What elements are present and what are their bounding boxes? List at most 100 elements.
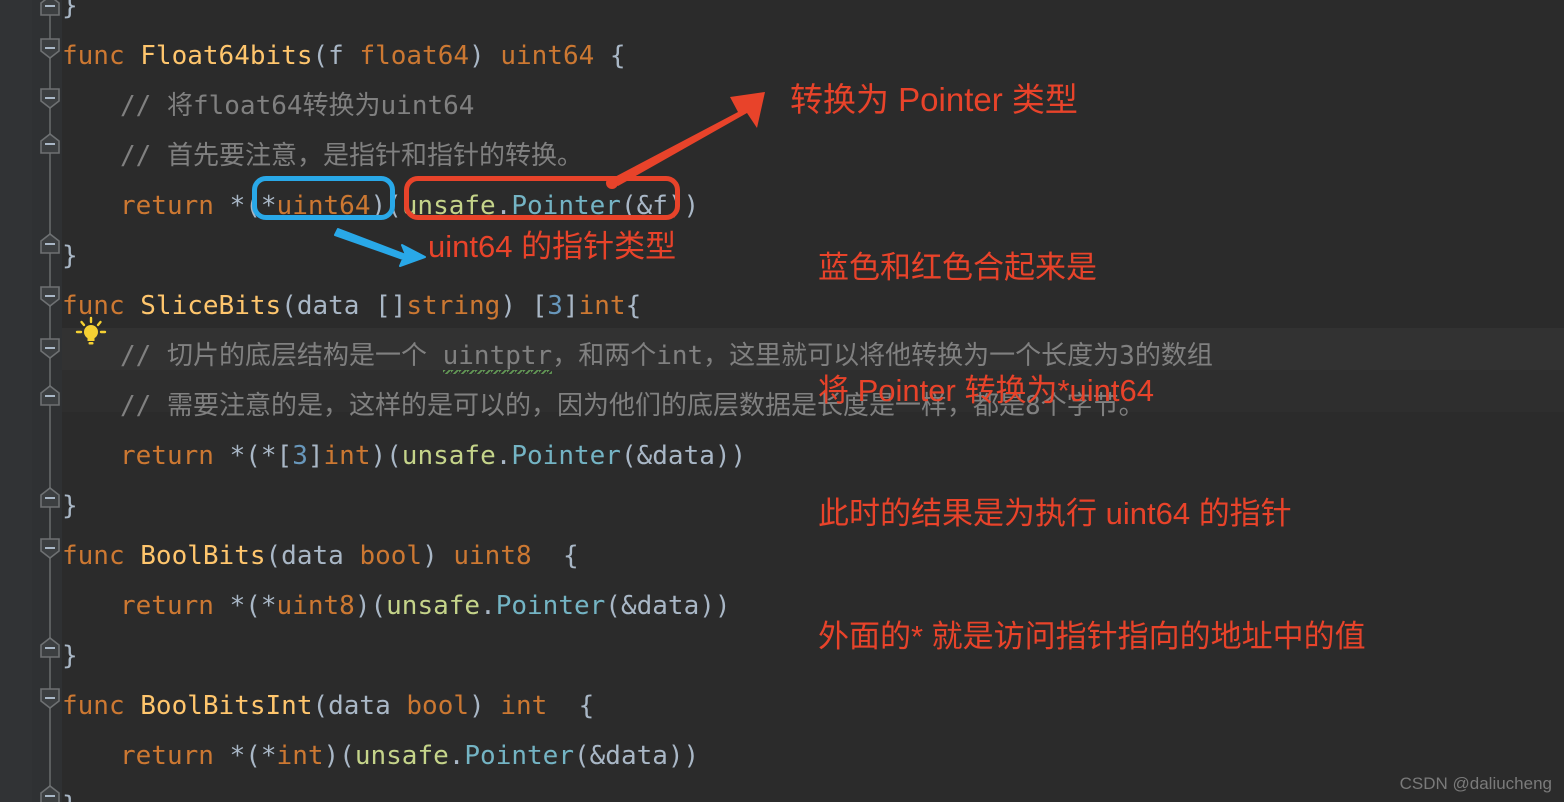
code-line[interactable]: return *(*int)(unsafe.Pointer(&data)): [62, 740, 699, 772]
code-token: *(*[: [229, 441, 293, 471]
uint64-pointer-type-highlight-box: [252, 176, 395, 220]
code-token: .: [495, 441, 512, 471]
annotation-block-line: 此时的结果是为执行 uint64 的指针: [818, 496, 1292, 531]
code-token: Pointer: [495, 591, 606, 621]
blue-arrow-icon: [334, 228, 426, 267]
code-token: )(: [370, 441, 402, 471]
code-token: func: [62, 41, 141, 71]
annotation-block-line: 外面的* 就是访问指针指向的地址中的值: [818, 619, 1366, 654]
fold-collapse-icon[interactable]: [38, 336, 62, 360]
code-line[interactable]: func Float64bits(f float64) uint64 {: [62, 40, 626, 72]
fold-end-icon[interactable]: [38, 784, 62, 802]
code-token: ): [469, 691, 501, 721]
code-token: 3: [547, 291, 563, 321]
code-token: }: [62, 241, 78, 271]
code-line[interactable]: func BoolBits(data bool) uint8 {: [62, 540, 579, 572]
code-token: )(: [323, 741, 355, 771]
fold-end-icon[interactable]: [38, 636, 62, 660]
annotation-title: 转换为 Pointer 类型: [790, 81, 1078, 118]
code-line[interactable]: return *(*[3]int)(unsafe.Pointer(&data)): [62, 440, 746, 472]
watermark-label: CSDN @daliucheng: [1399, 774, 1552, 793]
code-token: ) [: [500, 291, 548, 321]
code-token: (data: [265, 541, 360, 571]
code-token: {: [625, 291, 642, 321]
code-token: *(*: [229, 741, 277, 771]
fold-collapse-icon[interactable]: [38, 36, 62, 60]
code-token: int: [276, 741, 324, 771]
annotation-block-line: 蓝色和红色合起来是: [818, 250, 1097, 285]
red-arrow-icon: [606, 92, 765, 189]
code-line[interactable]: }: [62, 240, 78, 272]
fold-end-icon[interactable]: [38, 132, 62, 156]
code-token: (&data)): [605, 591, 731, 621]
code-token: uint64: [500, 41, 595, 71]
code-line[interactable]: }: [62, 790, 78, 802]
code-token: {: [531, 541, 579, 571]
code-editor-screenshot: } func Float64bits(f float64) uint64 { // …: [0, 0, 1564, 802]
code-token: int: [500, 691, 548, 721]
code-token: uint8: [276, 591, 355, 621]
code-token: uint8: [453, 541, 532, 571]
code-line[interactable]: // 将float64转换为uint64: [62, 90, 474, 122]
code-token: ]: [307, 441, 324, 471]
fold-end-icon[interactable]: [38, 486, 62, 510]
code-line[interactable]: return *(*uint8)(unsafe.Pointer(&data)): [62, 590, 731, 622]
code-token: Pointer: [464, 741, 574, 771]
code-token: Float64bits: [140, 41, 313, 71]
fold-collapse-icon[interactable]: [38, 686, 62, 710]
code-token: return: [120, 591, 230, 621]
fold-collapse-icon[interactable]: [38, 284, 62, 308]
code-token: (data: [312, 691, 407, 721]
code-token: ]: [562, 291, 579, 321]
code-token: unsafe: [386, 591, 481, 621]
code-line[interactable]: // 首先要注意，是指针和指针的转换。: [62, 140, 583, 172]
fold-collapse-icon[interactable]: [38, 536, 62, 560]
code-line[interactable]: }: [62, 0, 78, 22]
code-token: uintptr: [442, 341, 553, 374]
code-token: return: [120, 441, 230, 471]
code-token: return: [120, 741, 230, 771]
code-token: func: [62, 691, 141, 721]
annotation-block-line: 将 Pointer 转换为*uint64: [818, 373, 1154, 408]
code-line[interactable]: func BoolBitsInt(data bool) int {: [62, 690, 594, 722]
code-token: func: [62, 541, 141, 571]
code-token: Pointer: [511, 441, 621, 471]
code-token: // 切片的底层结构是一个: [120, 341, 443, 371]
code-token: (&data)): [620, 441, 747, 471]
code-token: // 首先要注意，是指针和指针的转换。: [120, 141, 583, 171]
annotation-block: 蓝色和红色合起来是 将 Pointer 转换为*uint64 此时的结果是为执行…: [818, 165, 1366, 739]
code-token: string: [406, 291, 501, 321]
code-token: *(*: [229, 591, 277, 621]
code-line[interactable]: }: [62, 640, 78, 672]
code-token: func: [62, 291, 141, 321]
code-token: float64: [359, 41, 470, 71]
code-token: )(: [354, 591, 387, 621]
code-token: (&data)): [573, 741, 700, 771]
code-token: 3: [292, 441, 308, 471]
code-line[interactable]: }: [62, 490, 78, 522]
code-token: // 将float64转换为uint64: [120, 91, 475, 121]
code-token: (data []: [281, 291, 407, 321]
code-token: }: [62, 491, 78, 521]
code-token: .: [448, 741, 465, 771]
code-token: unsafe: [401, 441, 496, 471]
code-token: bool: [359, 541, 423, 571]
editor-gutter[interactable]: [0, 0, 32, 802]
code-token: int: [578, 291, 626, 321]
code-token: unsafe: [354, 741, 449, 771]
code-token: bool: [406, 691, 470, 721]
code-line[interactable]: func SliceBits(data []string) [3]int{: [62, 290, 641, 322]
code-token: (f: [312, 41, 360, 71]
code-token: ): [469, 41, 501, 71]
code-token: ): [422, 541, 454, 571]
code-token: }: [62, 0, 78, 21]
unsafe-pointer-call-highlight-box: [404, 176, 680, 220]
code-token: }: [62, 641, 78, 671]
code-token: SliceBits: [140, 291, 282, 321]
fold-end-icon[interactable]: [38, 0, 62, 18]
fold-end-icon[interactable]: [38, 232, 62, 256]
code-token: int: [323, 441, 371, 471]
code-token: BoolBits: [140, 541, 266, 571]
fold-collapse-icon[interactable]: [38, 86, 62, 110]
fold-end-icon[interactable]: [38, 384, 62, 408]
